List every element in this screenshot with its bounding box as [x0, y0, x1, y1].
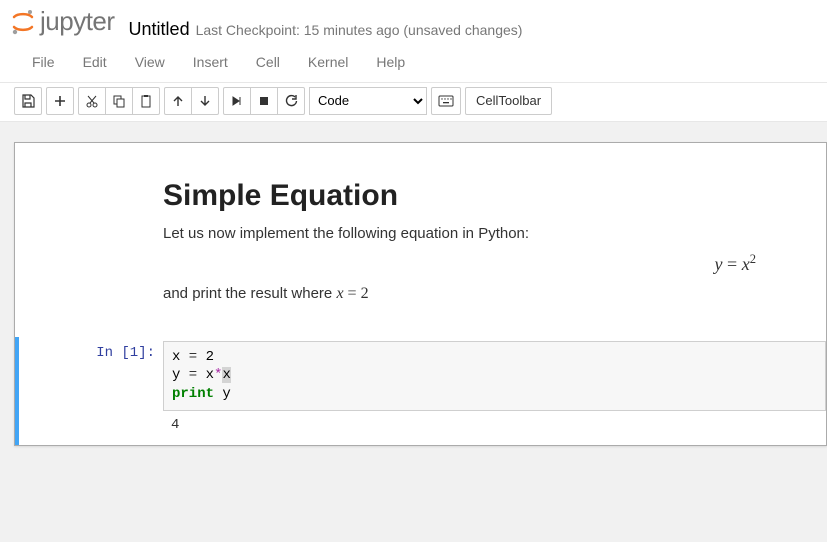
code-cell[interactable]: In [1]: x = 2 y = x*x print y 4	[15, 337, 826, 446]
input-prompt: In [1]:	[19, 341, 163, 442]
arrow-down-icon	[199, 95, 211, 107]
arrow-up-icon	[172, 95, 184, 107]
jupyter-logo-text: jupyter	[40, 6, 115, 37]
jupyter-icon	[10, 9, 36, 35]
notebook-title[interactable]: Untitled	[129, 19, 190, 40]
interrupt-button[interactable]	[250, 87, 278, 115]
refresh-icon	[284, 94, 298, 108]
cell-type-select[interactable]: Code	[309, 87, 427, 115]
restart-button[interactable]	[277, 87, 305, 115]
scissors-icon	[85, 94, 99, 108]
step-forward-icon	[231, 95, 243, 107]
menu-file[interactable]: File	[18, 48, 69, 76]
markdown-heading: Simple Equation	[163, 179, 806, 213]
copy-button[interactable]	[105, 87, 133, 115]
copy-icon	[112, 94, 126, 108]
move-up-button[interactable]	[164, 87, 192, 115]
stop-icon	[258, 95, 270, 107]
header: jupyter Untitled Last Checkpoint: 15 min…	[0, 0, 827, 44]
save-button[interactable]	[14, 87, 42, 115]
menu-insert[interactable]: Insert	[179, 48, 242, 76]
paste-icon	[139, 94, 153, 108]
markdown-text-2: and print the result where x = 2	[163, 285, 806, 303]
run-button[interactable]	[223, 87, 251, 115]
markdown-equation-block: y = x2	[163, 248, 806, 285]
markdown-cell[interactable]: Simple Equation Let us now implement the…	[15, 143, 826, 329]
save-icon	[21, 94, 35, 108]
menubar: File Edit View Insert Cell Kernel Help	[0, 44, 827, 83]
notebook-container: Simple Equation Let us now implement the…	[0, 122, 827, 542]
markdown-text-1: Let us now implement the following equat…	[163, 225, 806, 242]
plus-icon	[54, 95, 66, 107]
code-output: 4	[163, 411, 826, 441]
checkpoint-status: Last Checkpoint: 15 minutes ago (unsaved…	[196, 22, 523, 38]
insert-cell-button[interactable]	[46, 87, 74, 115]
menu-kernel[interactable]: Kernel	[294, 48, 362, 76]
code-input-area[interactable]: x = 2 y = x*x print y	[163, 341, 826, 412]
move-down-button[interactable]	[191, 87, 219, 115]
menu-edit[interactable]: Edit	[69, 48, 121, 76]
menu-help[interactable]: Help	[362, 48, 419, 76]
cell-toolbar-button[interactable]: CellToolbar	[465, 87, 552, 115]
notebook: Simple Equation Let us now implement the…	[14, 142, 827, 447]
menu-view[interactable]: View	[121, 48, 179, 76]
cut-button[interactable]	[78, 87, 106, 115]
command-palette-button[interactable]	[431, 87, 461, 115]
keyboard-icon	[438, 95, 454, 107]
paste-button[interactable]	[132, 87, 160, 115]
toolbar: Code CellToolbar	[0, 83, 827, 122]
jupyter-logo: jupyter	[10, 6, 115, 37]
menu-cell[interactable]: Cell	[242, 48, 294, 76]
